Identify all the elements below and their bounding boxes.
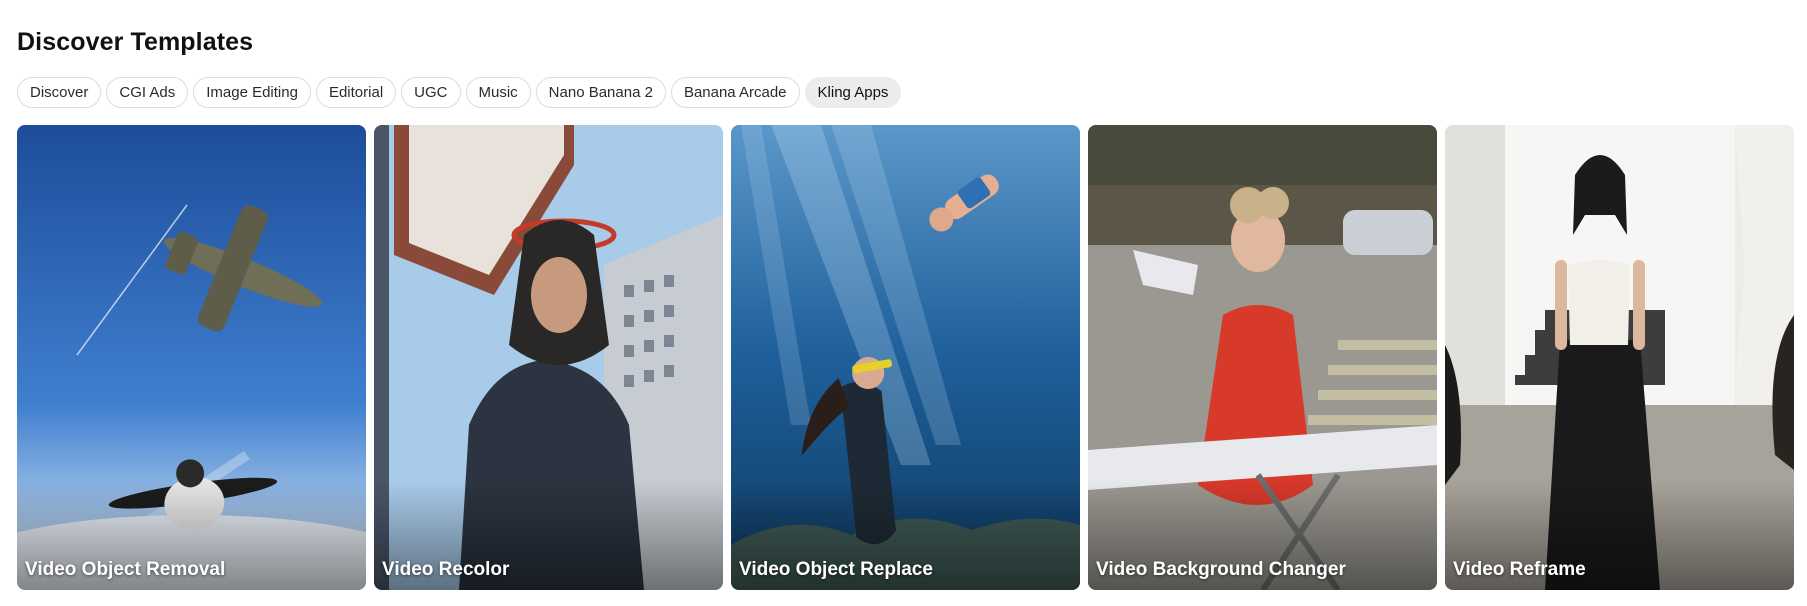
- tab-image-editing[interactable]: Image Editing: [193, 77, 311, 108]
- card-title: Video Reframe: [1453, 559, 1586, 580]
- card-title: Video Object Removal: [25, 559, 226, 580]
- section-title: Discover Templates: [17, 28, 254, 56]
- card-title: Video Background Changer: [1096, 559, 1346, 580]
- template-card-video-object-replace[interactable]: Video Object Replace: [731, 125, 1080, 590]
- templates-section: Discover Templates Discover CGI Ads Imag…: [0, 0, 1807, 606]
- tab-music[interactable]: Music: [465, 77, 531, 108]
- template-card-video-recolor[interactable]: Video Recolor: [374, 125, 723, 590]
- card-title: Video Object Replace: [739, 559, 933, 580]
- tab-ugc[interactable]: UGC: [401, 77, 461, 108]
- card-title: Video Recolor: [382, 559, 510, 580]
- tab-editorial[interactable]: Editorial: [315, 77, 397, 108]
- category-tabs: Discover CGI Ads Image Editing Editorial…: [17, 77, 902, 108]
- tab-nano-banana-2[interactable]: Nano Banana 2: [535, 77, 666, 108]
- tab-banana-arcade[interactable]: Banana Arcade: [670, 77, 800, 108]
- tab-cgi-ads[interactable]: CGI Ads: [106, 77, 189, 108]
- template-card-video-background-changer[interactable]: Video Background Changer: [1088, 125, 1437, 590]
- tab-kling-apps[interactable]: Kling Apps: [804, 77, 902, 108]
- template-card-video-object-removal[interactable]: Video Object Removal: [17, 125, 366, 590]
- template-cards: Video Object Removal Video Recolor Video…: [17, 125, 1794, 590]
- template-card-video-reframe[interactable]: Video Reframe: [1445, 125, 1794, 590]
- tab-discover[interactable]: Discover: [17, 77, 102, 108]
